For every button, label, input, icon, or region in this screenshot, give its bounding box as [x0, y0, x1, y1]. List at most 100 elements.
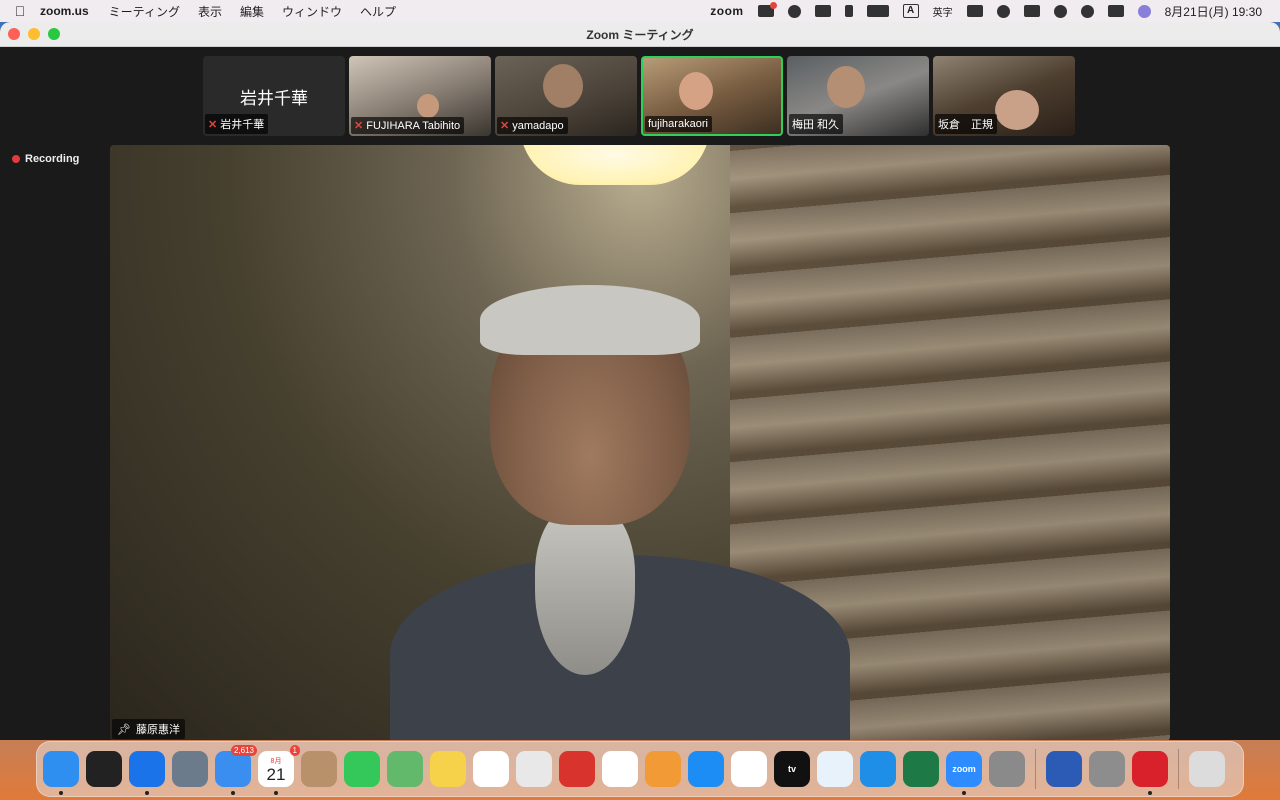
participant-name: FUJIHARA Tabihito	[366, 119, 461, 132]
participant-display-name: 岩井千華	[240, 89, 308, 108]
clock[interactable]: 8月21日(月) 19:30	[1165, 3, 1262, 20]
running-indicator	[145, 791, 149, 795]
running-indicator	[231, 791, 235, 795]
participant-name: 梅田 和久	[792, 119, 840, 131]
muted-mic-icon: ✕	[354, 120, 364, 132]
menu-window[interactable]: ウィンドウ	[282, 3, 342, 20]
muted-mic-icon: ✕	[500, 120, 510, 132]
contacts-icon[interactable]	[301, 751, 337, 787]
running-indicator	[1148, 791, 1152, 795]
notification-badge: 2,613	[230, 745, 257, 756]
zoom-status-menu[interactable]: zoom	[710, 4, 743, 18]
running-indicator	[274, 791, 278, 795]
trend-micro-icon[interactable]	[1132, 751, 1168, 795]
mission-control-icon[interactable]	[86, 751, 122, 787]
photo-booth-icon[interactable]	[559, 751, 595, 787]
tv-icon[interactable]: tv	[774, 751, 810, 787]
zoom-window: Zoom ミーティング 岩井千華 ✕ 岩井千華 ✕ FUJIHARA Tabihit…	[0, 22, 1280, 740]
participant-name: fujiharakaori	[648, 118, 708, 130]
calendar-icon[interactable]: 8月 21 1	[258, 745, 300, 795]
participant-tile-active-speaker[interactable]: fujiharakaori	[641, 56, 783, 136]
pin-icon: 📌︎	[117, 723, 131, 736]
preview-icon[interactable]	[172, 751, 208, 787]
menu-edit[interactable]: 編集	[240, 3, 264, 20]
messages-icon[interactable]	[344, 751, 380, 787]
mail-icon[interactable]: 2,613	[215, 745, 257, 795]
participant-video	[827, 66, 865, 108]
menu-help[interactable]: ヘルプ	[360, 3, 396, 20]
freeform-icon[interactable]	[473, 751, 509, 787]
participant-tile[interactable]: ✕ FUJIHARA Tabihito	[349, 56, 491, 136]
running-indicator	[962, 791, 966, 795]
calendar-month: 8月	[270, 757, 282, 765]
ceiling-lamp	[520, 145, 710, 185]
app-store-icon[interactable]	[688, 751, 724, 787]
main-speaker-name: 藤原惠洋	[135, 724, 180, 736]
bluetooth-icon[interactable]	[844, 5, 853, 17]
participant-video	[543, 64, 583, 108]
title-bar[interactable]: Zoom ミーティング	[0, 22, 1280, 47]
safari-icon[interactable]	[129, 751, 165, 795]
control-center-icon[interactable]	[1107, 5, 1124, 17]
reminders-icon[interactable]	[731, 751, 767, 787]
battery-icon[interactable]	[866, 5, 889, 17]
menu-bar:  zoom.us ミーティング 表示 編集 ウィンドウ ヘルプ zoom A …	[0, 0, 1280, 22]
dock-separator	[1035, 749, 1036, 789]
books-icon[interactable]	[645, 751, 681, 787]
calendar-date: 21	[266, 764, 286, 784]
volume-icon[interactable]	[814, 5, 831, 17]
muted-mic-icon: ✕	[208, 118, 218, 131]
dock: 2,613 8月 21 1 tv zoom	[36, 741, 1244, 797]
photos-icon[interactable]	[602, 751, 638, 787]
excel-icon[interactable]	[903, 751, 939, 787]
participant-strip: 岩井千華 ✕ 岩井千華 ✕ FUJIHARA Tabihito ✕ yamadapo …	[203, 56, 1075, 136]
maps-icon[interactable]	[387, 751, 423, 787]
participant-tile[interactable]: 岩井千華 ✕ 岩井千華	[203, 56, 345, 136]
word-icon[interactable]	[1046, 751, 1082, 787]
siri-icon[interactable]	[1137, 4, 1151, 18]
menu-meeting[interactable]: ミーティング	[109, 3, 180, 20]
launchpad-icon[interactable]	[516, 751, 552, 787]
recording-indicator[interactable]: Recording	[12, 153, 79, 165]
recording-label: Recording	[25, 153, 80, 165]
participant-name: yamadapo	[512, 119, 564, 132]
wifi-icon[interactable]	[966, 5, 983, 17]
app-menu[interactable]: zoom.us	[40, 4, 89, 18]
running-indicator	[59, 791, 63, 795]
recording-dot-icon	[12, 155, 20, 163]
settings-icon[interactable]	[1089, 751, 1125, 787]
trash-icon[interactable]	[1189, 751, 1225, 787]
time-machine-icon[interactable]	[1053, 4, 1067, 18]
participant-name: 岩井千華	[220, 119, 265, 131]
speaker-hair	[480, 285, 700, 355]
dock-app-label: zoom	[952, 764, 976, 774]
skype-icon[interactable]	[817, 751, 853, 787]
participant-tile[interactable]: 坂倉 正規	[933, 56, 1075, 136]
dock-separator	[1178, 749, 1179, 789]
apple-menu-icon[interactable]: 	[0, 3, 40, 19]
speaker-beard	[535, 505, 635, 675]
drive-icon[interactable]	[989, 751, 1025, 787]
participant-tile[interactable]: 梅田 和久	[787, 56, 929, 136]
finder-icon[interactable]	[43, 751, 79, 795]
user-icon[interactable]	[996, 4, 1010, 18]
dock-app-label: tv	[787, 764, 796, 774]
zoom-app-icon[interactable]: zoom	[946, 751, 982, 795]
participant-video	[995, 90, 1039, 130]
spotlight-icon[interactable]	[1080, 4, 1094, 18]
input-source-icon[interactable]: A	[902, 4, 919, 18]
skype-business-icon[interactable]	[860, 751, 896, 787]
main-speaker-video[interactable]: 📌︎ 藤原惠洋	[110, 145, 1170, 740]
menu-view[interactable]: 表示	[198, 3, 222, 20]
participant-name: 坂倉 正規	[938, 119, 993, 131]
participant-video	[679, 72, 713, 110]
input-method-label[interactable]: 英字	[933, 4, 953, 19]
participant-tile[interactable]: ✕ yamadapo	[495, 56, 637, 136]
keyboard-icon[interactable]	[1023, 5, 1040, 17]
notes-icon[interactable]	[430, 751, 466, 787]
dropbox-icon[interactable]	[757, 2, 777, 17]
participant-video	[417, 94, 439, 118]
status-app-icon[interactable]	[787, 4, 801, 18]
window-title: Zoom ミーティング	[586, 27, 694, 42]
main-speaker-label: 📌︎ 藤原惠洋	[112, 719, 185, 739]
